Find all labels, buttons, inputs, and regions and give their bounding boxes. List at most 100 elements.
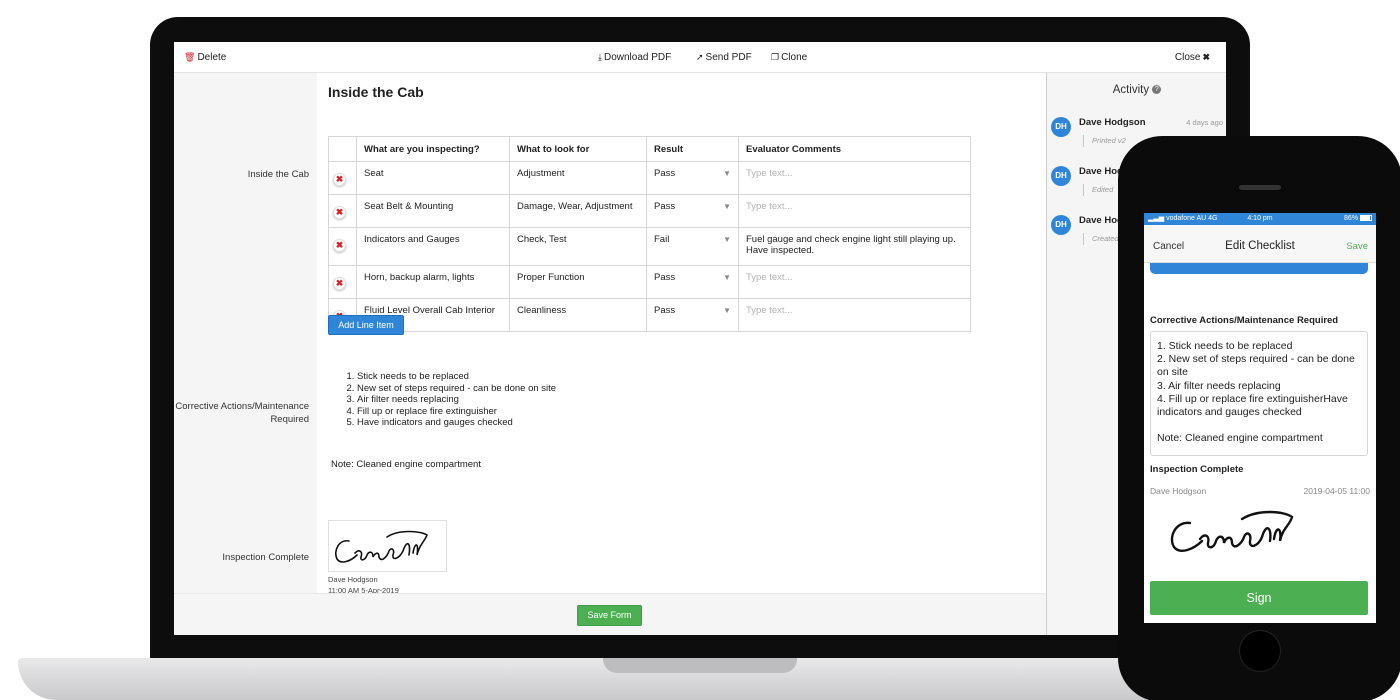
phone-device: ▂▃▅ vodafone AU 4G 4:10 pm 86% Add Line … <box>1118 136 1400 700</box>
corrective-action-item: New set of steps required - can be done … <box>357 383 556 395</box>
remove-row-icon[interactable]: ✖ <box>333 239 346 252</box>
phone-corrective-line: 2. New set of steps required - can be do… <box>1157 353 1355 379</box>
dropdown-caret-icon: ▼ <box>723 273 731 282</box>
battery-icon <box>1360 215 1372 222</box>
clone-icon: ❐ <box>771 52 780 62</box>
avatar: DH <box>1051 215 1071 235</box>
phone-corrective-line: 1. Stick needs to be replaced <box>1157 340 1293 352</box>
phone-speaker <box>1239 185 1281 190</box>
inspection-table: What are you inspecting? What to look fo… <box>328 136 971 332</box>
item-cell: Seat Belt & Mounting <box>356 194 510 228</box>
phone-screen: ▂▃▅ vodafone AU 4G 4:10 pm 86% Add Line … <box>1144 213 1376 623</box>
result-select[interactable]: Pass ▼ <box>646 161 739 195</box>
signature-box <box>328 520 447 572</box>
remove-row-cell: ✖ <box>328 227 357 266</box>
result-value: Pass <box>654 305 676 316</box>
result-select[interactable]: Pass ▼ <box>646 298 739 332</box>
corrective-actions-list: Stick needs to be replacedNew set of ste… <box>330 371 556 429</box>
dropdown-caret-icon: ▼ <box>723 235 731 244</box>
remove-row-icon[interactable]: ✖ <box>333 173 346 186</box>
send-pdf-button[interactable]: ➚ Send PDF <box>696 52 752 63</box>
download-icon: ⤓ <box>598 52 602 62</box>
clone-label: Clone <box>781 52 808 63</box>
result-select[interactable]: Pass ▼ <box>646 265 739 299</box>
close-icon: ✖ <box>1202 52 1210 62</box>
table-row: ✖Fluid Level Overall Cab InteriorCleanli… <box>328 298 971 332</box>
delete-button[interactable]: 🗑︎ Delete <box>184 52 226 63</box>
corrective-action-item: Fill up or replace fire extinguisher <box>357 406 556 418</box>
comment-input[interactable]: Fuel gauge and check engine light still … <box>738 227 971 266</box>
corrective-action-item: Air filter needs replacing <box>357 394 556 406</box>
activity-detail: Printed v2 <box>1083 135 1126 147</box>
table-header-blank <box>328 136 357 162</box>
clone-button[interactable]: ❐ Clone <box>771 52 807 63</box>
save-button[interactable]: Save <box>1346 241 1368 252</box>
dropdown-caret-icon: ▼ <box>723 202 731 211</box>
add-line-item-button[interactable]: Add Line Item <box>328 315 404 335</box>
result-value: Pass <box>654 168 676 179</box>
table-header-row: What are you inspecting? What to look fo… <box>328 136 971 162</box>
help-icon[interactable]: ? <box>1152 85 1162 95</box>
phone-signer-name: Dave Hodgson <box>1150 486 1207 496</box>
sign-button[interactable]: Sign <box>1150 581 1368 615</box>
activity-title-text: Activity <box>1112 84 1150 96</box>
item-cell: Seat <box>356 161 510 195</box>
delete-label: Delete <box>197 52 227 63</box>
corrective-note: Note: Cleaned engine compartment <box>331 459 481 470</box>
phone-corrective-line <box>1157 419 1361 432</box>
table-header-item: What are you inspecting? <box>356 136 510 162</box>
activity-user: Dave Hodgson <box>1079 117 1146 128</box>
item-cell: Indicators and Gauges <box>356 227 510 266</box>
phone-corrective-label: Corrective Actions/Maintenance Required <box>1150 315 1339 326</box>
corrective-action-item: Have indicators and gauges checked <box>357 417 556 429</box>
table-row: ✖ Seat Belt & Mounting Damage, Wear, Adjus… <box>328 194 971 228</box>
comment-input[interactable]: Type text... <box>738 298 971 332</box>
table-header-look-for: What to look for <box>509 136 647 162</box>
avatar: DH <box>1051 117 1071 137</box>
send-pdf-label: Send PDF <box>705 52 752 63</box>
device-showcase: 🗑︎ Delete ⤓ Download PDF ➚ Send PDF ❐ Cl… <box>0 0 1400 700</box>
download-pdf-button[interactable]: ⤓ Download PDF <box>598 52 671 63</box>
laptop-notch <box>603 658 797 673</box>
result-value: Pass <box>654 272 676 283</box>
table-row: ✖ Indicators and Gauges Check, Test Fail ▼ Fu… <box>328 227 971 266</box>
comment-input[interactable]: Type text... <box>738 194 971 228</box>
table-header-comments: Evaluator Comments <box>738 136 971 162</box>
phone-inspection-label: Inspection Complete <box>1150 464 1244 475</box>
section-title: Inside the Cab <box>328 84 424 100</box>
trash-icon: 🗑︎ <box>184 52 196 62</box>
send-icon: ➚ <box>696 52 704 62</box>
phone-home-button[interactable] <box>1239 630 1281 672</box>
nav-title: Edit Checklist <box>1225 240 1295 252</box>
look-for-cell: Check, Test <box>509 227 647 266</box>
signer-name: Dave Hodgson <box>328 575 378 584</box>
corrective-action-item: Stick needs to be replaced <box>357 371 556 383</box>
phone-corrective-line: 3. Air filter needs replacing <box>1157 379 1281 392</box>
phone-corrective-line: 4. Fill up or replace fire extinguisherH… <box>1157 392 1348 419</box>
remove-row-icon[interactable]: ✖ <box>333 206 346 219</box>
phone-corrective-textarea[interactable]: 1. Stick needs to be replaced 2. New set … <box>1150 331 1368 456</box>
activity-time: 4 days ago <box>1186 118 1223 127</box>
look-for-cell: Proper Function <box>509 265 647 299</box>
save-form-button[interactable]: Save Form <box>577 605 642 626</box>
download-pdf-label: Download PDF <box>603 52 672 63</box>
activity-detail: Edited <box>1083 184 1113 196</box>
remove-row-icon[interactable]: ✖ <box>333 277 346 290</box>
inspection-table-body: ✖ Seat Adjustment Pass ▼ Type text... ✖ Seat Be… <box>328 161 971 332</box>
inside-cab-field-label: Inside the Cab <box>247 169 309 180</box>
phone-corrective-line: Note: Cleaned engine compartment <box>1157 432 1323 445</box>
laptop-screen: 🗑︎ Delete ⤓ Download PDF ➚ Send PDF ❐ Cl… <box>174 42 1226 635</box>
comment-input[interactable]: Type text... <box>738 161 971 195</box>
phone-signature-image <box>1170 510 1294 552</box>
field-labels-column: Inside the Cab Corrective Actions/Mainte… <box>174 73 317 593</box>
result-select[interactable]: Fail ▼ <box>646 227 739 266</box>
look-for-cell: Adjustment <box>509 161 647 195</box>
avatar: DH <box>1051 166 1071 186</box>
corrective-actions-text[interactable]: Stick needs to be replacedNew set of ste… <box>330 371 556 429</box>
look-for-cell: Cleanliness <box>509 298 647 332</box>
result-select[interactable]: Pass ▼ <box>646 194 739 228</box>
signature-image <box>334 530 428 563</box>
close-button[interactable]: Close ✖ <box>1175 52 1210 63</box>
phone-nav-bar: Cancel Edit Checklist Save <box>1144 225 1376 263</box>
comment-input[interactable]: Type text... <box>738 265 971 299</box>
